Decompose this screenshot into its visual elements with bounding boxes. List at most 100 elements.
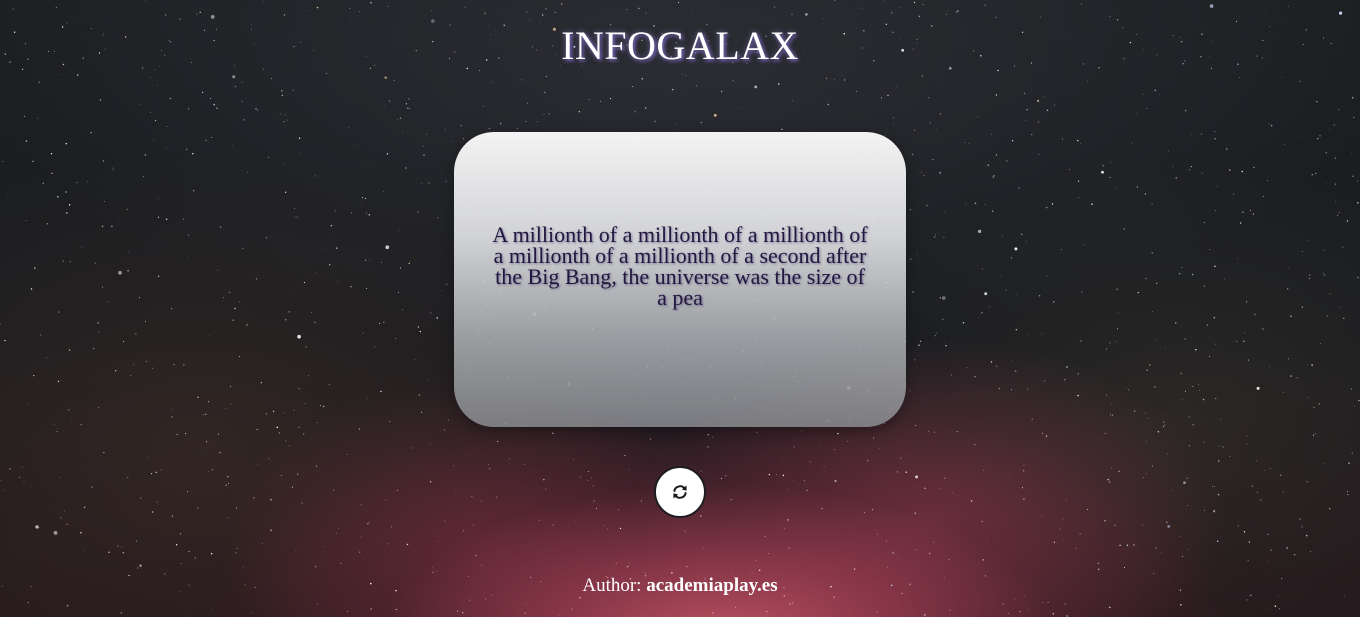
star [1011,140,1014,142]
star [1237,258,1239,260]
star [303,433,305,435]
star [1114,524,1116,526]
star [1314,433,1316,434]
star [1239,222,1242,224]
star [892,116,894,119]
star [18,476,20,478]
star [1326,315,1328,317]
star [97,406,100,409]
star [253,497,255,499]
star [173,364,175,366]
star [1324,463,1325,465]
star [640,500,642,502]
star [1116,288,1118,290]
star [80,531,82,534]
star [65,142,68,145]
star [1281,76,1283,78]
star [1109,342,1111,344]
star [232,75,236,79]
star [166,147,167,149]
star [284,191,287,193]
author-link[interactable]: academiaplay.es [646,575,777,596]
star [1025,120,1027,121]
star [1015,328,1018,331]
star [1222,446,1224,448]
star [1091,203,1093,205]
star [955,11,958,13]
star [968,143,970,145]
star [939,113,942,115]
star [45,357,47,359]
star [7,196,9,198]
star [1269,366,1270,368]
star [491,81,493,83]
star [60,517,62,519]
star [252,612,254,614]
star [65,191,67,193]
star [981,268,983,270]
star [1302,185,1304,187]
star [974,376,976,378]
star [311,312,313,313]
star [217,269,219,271]
star [943,236,945,238]
star [1243,340,1245,342]
star [153,139,155,141]
star [792,480,794,481]
star [315,566,317,568]
star [755,559,757,562]
star [834,0,836,1]
star [634,111,636,113]
star [1197,383,1200,386]
star [774,6,776,8]
star [1351,388,1352,390]
star [1126,544,1129,547]
star [1238,77,1240,79]
star [272,410,275,413]
refresh-button[interactable] [654,466,706,518]
star [297,334,301,339]
star [1009,474,1011,476]
star [201,91,204,94]
star [1102,165,1104,167]
star [1162,421,1165,423]
star [676,123,678,124]
star [469,599,471,601]
star [122,551,125,554]
star [537,120,539,122]
star [1065,500,1067,501]
star [365,287,367,289]
star [1026,109,1028,111]
star [63,510,65,512]
star [942,318,944,321]
star [370,608,372,610]
star [1011,359,1013,361]
star [1311,377,1313,379]
star [575,520,576,522]
star [1133,410,1136,412]
star [66,605,69,607]
star [1146,441,1147,443]
star [1077,394,1079,397]
star [561,3,563,5]
star [1358,399,1360,402]
star [210,15,215,19]
refresh-icon [673,485,687,499]
star [767,552,769,554]
star [1110,162,1112,163]
star [1256,491,1259,494]
star [1214,265,1216,268]
star [921,75,923,77]
star [788,489,789,490]
star [432,571,434,573]
star [358,11,360,12]
star [685,75,687,77]
star [171,515,174,517]
star [111,225,113,228]
star [887,566,888,568]
star [735,446,737,447]
star [1109,606,1111,609]
star [1311,364,1313,366]
star [408,262,410,265]
star [529,19,530,20]
